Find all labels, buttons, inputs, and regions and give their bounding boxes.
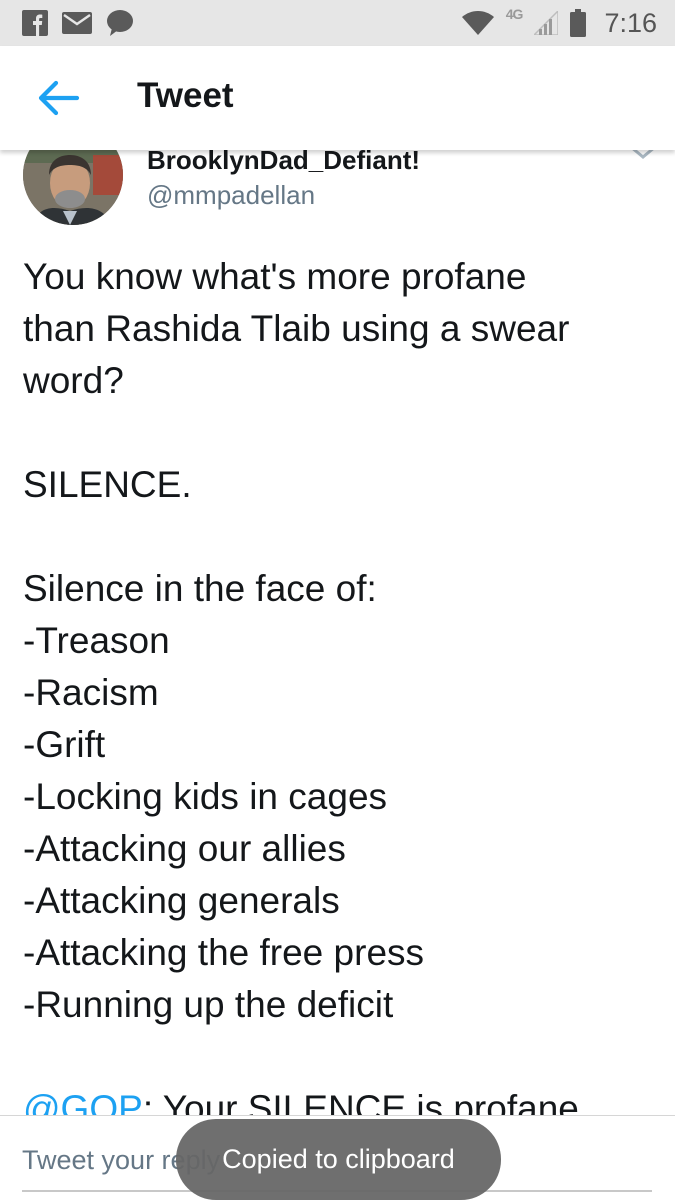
- battery-icon: [570, 9, 587, 37]
- avatar-image: [23, 150, 123, 225]
- tweet-line: SILENCE.: [23, 464, 192, 505]
- tweet-line: -Attacking our allies: [23, 828, 346, 869]
- avatar[interactable]: [23, 150, 123, 225]
- chevron-down-icon[interactable]: [628, 150, 658, 160]
- status-bar: 4G 7:16: [0, 0, 675, 46]
- clock: 7:16: [604, 7, 657, 38]
- tweet-final-text: : Your SILENCE is profane.: [142, 1088, 590, 1115]
- status-bar-notifications: [22, 0, 134, 46]
- wifi-icon: [461, 11, 494, 35]
- page-title: Tweet: [137, 76, 234, 115]
- mention-link[interactable]: @GOP: [23, 1088, 143, 1115]
- tweet-line: Silence in the face of:: [23, 568, 377, 609]
- tweet-text: You know what's more profane than Rashid…: [23, 251, 663, 1115]
- tweet-line: You know what's more profane: [23, 256, 527, 297]
- network-type-label: 4G: [505, 6, 524, 22]
- display-name[interactable]: BrooklynDad_Defiant!: [147, 150, 420, 176]
- tweet-line: word?: [23, 360, 124, 401]
- tweet-line: -Treason: [23, 620, 170, 661]
- tweet-line: [23, 1031, 663, 1083]
- chat-bubble-icon: [107, 10, 133, 36]
- tweet-line: -Attacking generals: [23, 880, 340, 921]
- tweet-line: -Attacking the free press: [23, 932, 425, 973]
- tweet-line: than Rashida Tlaib using a swear: [23, 308, 570, 349]
- tweet-detail[interactable]: BrooklynDad_Defiant! @mmpadellan You kno…: [0, 150, 675, 1115]
- signal-icon: [534, 11, 559, 35]
- tweet-line: [23, 511, 663, 563]
- status-bar-system: 4G 7:16: [461, 0, 657, 46]
- mail-icon: [62, 12, 92, 34]
- toast-message: Copied to clipboard: [176, 1119, 501, 1200]
- tweet-line: -Locking kids in cages: [23, 776, 388, 817]
- tweet-line: [23, 407, 663, 459]
- handle[interactable]: @mmpadellan: [147, 180, 315, 211]
- arrow-left-icon: [38, 80, 80, 116]
- facebook-icon: [22, 10, 48, 36]
- back-button[interactable]: [30, 74, 86, 122]
- tweet-final-line: @GOP: Your SILENCE is profane.: [23, 1083, 663, 1115]
- tweet-line: -Racism: [23, 672, 159, 713]
- tweet-line: -Grift: [23, 724, 106, 765]
- app-bar: Tweet: [0, 46, 675, 150]
- tweet-line: -Running up the deficit: [23, 984, 394, 1025]
- screen: 4G 7:16 Tweet BrooklynDad_Defiant! @mmpa…: [0, 0, 675, 1200]
